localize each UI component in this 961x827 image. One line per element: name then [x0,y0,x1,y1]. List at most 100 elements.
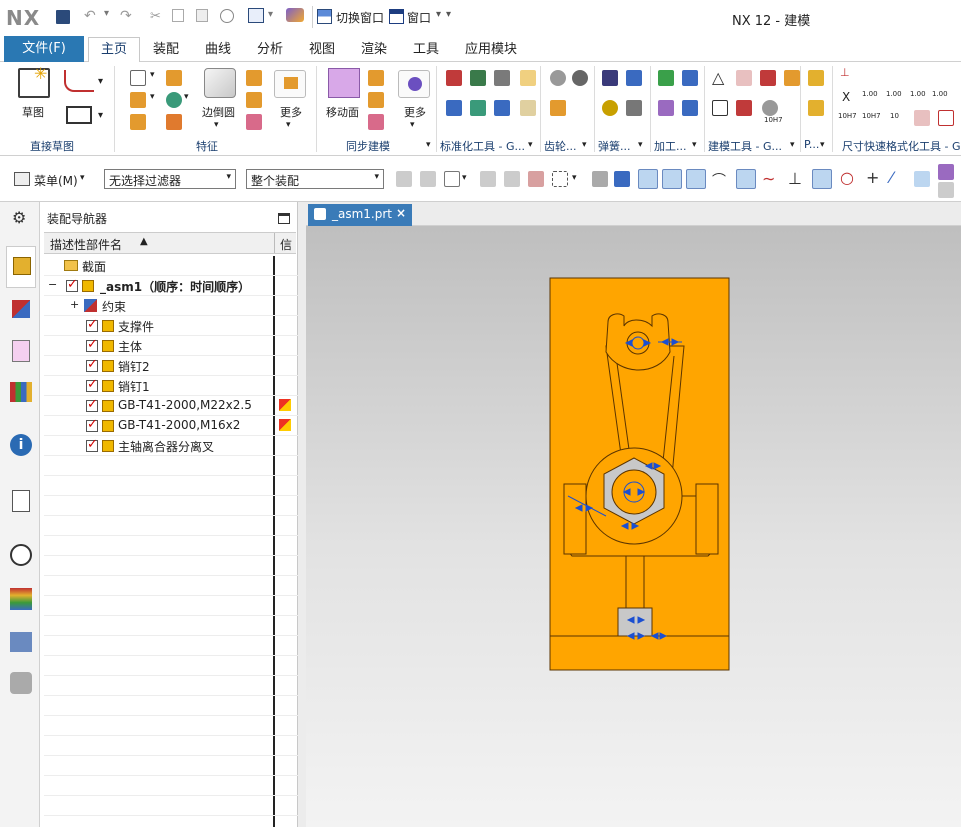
select-tool-3-dropdown-icon[interactable]: ▾ [462,173,467,183]
cut-icon[interactable]: ✂ [150,9,161,24]
box-select-icon[interactable] [552,171,568,187]
window-icon[interactable] [389,9,404,24]
expand-icon[interactable]: + [70,298,79,311]
reference-set-icon[interactable] [279,399,291,411]
snap-intersection-icon[interactable]: + [866,168,879,187]
snap-endpoint-icon[interactable] [662,169,682,189]
chart-dropdown-icon[interactable]: ▾ [268,9,273,20]
extrude-dropdown-icon[interactable]: ▾ [150,70,155,80]
std-tool-4-icon[interactable] [520,70,536,86]
settings-gear-icon[interactable]: ⚙ [12,208,26,227]
snap-tangent-icon[interactable]: ⊥ [788,169,802,188]
p-group-dropdown-icon[interactable]: ▾ [820,140,825,150]
visibility-checkbox[interactable] [66,277,78,292]
window-menu[interactable]: 窗口 [407,9,431,26]
tab-application[interactable]: 应用模块 [458,38,524,62]
window-dropdown-icon[interactable]: ▾ [436,9,441,20]
shell-icon[interactable] [130,114,146,130]
select-tool-2-icon[interactable] [420,171,436,187]
tree-row-part[interactable]: 支撑件 [44,316,300,336]
edge-blend-label[interactable]: 边倒圆 [202,104,235,120]
dim-tool-2-icon[interactable] [938,110,954,126]
assembly-navigator-tab[interactable] [6,246,36,288]
rectangle-dropdown-icon[interactable]: ▾ [98,110,103,121]
visibility-checkbox[interactable] [86,317,98,332]
model-tool-5-icon[interactable] [712,100,728,116]
fit-label-3[interactable]: 10 [890,112,899,120]
std-tool-6-icon[interactable] [470,100,486,116]
gear-group-dropdown-icon[interactable]: ▾ [582,140,587,150]
graphics-window[interactable]: _asm1.prt × [306,202,961,827]
visibility-checkbox[interactable] [86,417,98,432]
rectangle-icon[interactable] [66,106,92,124]
part-navigator-icon[interactable] [12,340,30,362]
move-face-label[interactable]: 移动面 [326,104,359,120]
file-menu-button[interactable]: 文件(F) [4,36,84,62]
snap-midpoint-icon[interactable] [686,169,706,189]
visibility-checkbox[interactable] [86,357,98,372]
machining-1-icon[interactable] [658,70,674,86]
arc-icon[interactable] [64,70,94,92]
dim-format-icon[interactable]: ⊥ [840,66,850,79]
tol-label-2[interactable]: 1.00 [886,90,902,98]
snap-wave-icon[interactable]: ∼ [762,169,775,188]
tree-row-part[interactable]: 销钉2 [44,356,300,376]
machining-group-dropdown-icon[interactable]: ▾ [692,140,697,150]
machining-2-icon[interactable] [682,70,698,86]
tree-row-asm1[interactable]: − _asm1（顺序：时间顺序） [44,276,300,296]
sketch-icon[interactable]: ✳ [18,64,50,98]
more-feature-label[interactable]: 更多 [280,104,302,120]
model-tool-7-icon[interactable] [762,100,778,116]
tol-label-3[interactable]: 1.00 [910,90,926,98]
fit-label-2[interactable]: 10H7 [862,112,881,120]
more-feature-dropdown-icon[interactable]: ▾ [286,120,291,130]
system-scene-icon[interactable] [10,672,32,694]
grid-icon[interactable] [938,182,954,198]
menu-dropdown-icon[interactable]: ▾ [80,173,85,183]
more-feature-icon[interactable] [274,70,306,98]
select-tool-1-icon[interactable] [396,171,412,187]
scope-dropdown-icon[interactable]: ▾ [374,172,379,182]
spring-2-icon[interactable] [626,70,642,86]
part-file-tab[interactable]: _asm1.prt × [308,204,412,226]
snap-3-icon[interactable] [638,169,658,189]
snap-1-icon[interactable] [592,171,608,187]
redo-icon[interactable]: ↷ [120,8,132,24]
draft-icon[interactable] [166,114,182,130]
gear-2-icon[interactable] [572,70,588,86]
model-tool-6-icon[interactable] [736,100,752,116]
model-tool-2-icon[interactable] [736,70,752,86]
dim-x-icon[interactable]: X [842,90,850,104]
history-clock-icon[interactable] [10,544,32,566]
constraint-navigator-icon[interactable] [12,300,30,318]
model-tool-3-icon[interactable] [760,70,776,86]
tree-row-part[interactable]: 销钉1 [44,376,300,396]
arc-dropdown-icon[interactable]: ▾ [98,76,103,87]
undo-icon[interactable]: ↶ [84,8,96,24]
paste-special-icon[interactable] [220,9,234,23]
chart-icon[interactable] [248,8,264,23]
palette-icon[interactable] [10,588,32,610]
tree-row-section[interactable]: 截面 [44,256,300,276]
select-tool-3-icon[interactable] [444,171,460,187]
std-tool-2-icon[interactable] [470,70,486,86]
gear-1-icon[interactable] [550,70,566,86]
selection-filter-select[interactable]: 无选择过滤器 ▾ [104,169,236,189]
box-select-dropdown-icon[interactable]: ▾ [572,173,577,183]
snap-line-icon[interactable]: ⁄ [890,168,893,187]
maximize-panel-icon[interactable] [278,213,290,224]
paste-icon[interactable] [196,9,208,22]
column-header-info[interactable]: 信 [280,236,292,253]
column-header-name[interactable]: 描述性部件名 [50,236,122,253]
tol-label-1[interactable]: 1.00 [862,90,878,98]
more-sync-dropdown-icon[interactable]: ▾ [410,120,415,130]
sketch-button-label[interactable]: 草图 [22,104,44,120]
undo-dropdown-icon[interactable]: ▾ [104,8,109,19]
snap-center-icon[interactable] [812,169,832,189]
tab-analysis[interactable]: 分析 [248,38,292,62]
unite-icon[interactable] [166,92,182,108]
pull-face-icon[interactable] [368,70,384,86]
move-face-icon[interactable] [328,68,360,98]
extrude-icon[interactable] [130,70,146,86]
p-tool-1-icon[interactable] [808,70,824,86]
